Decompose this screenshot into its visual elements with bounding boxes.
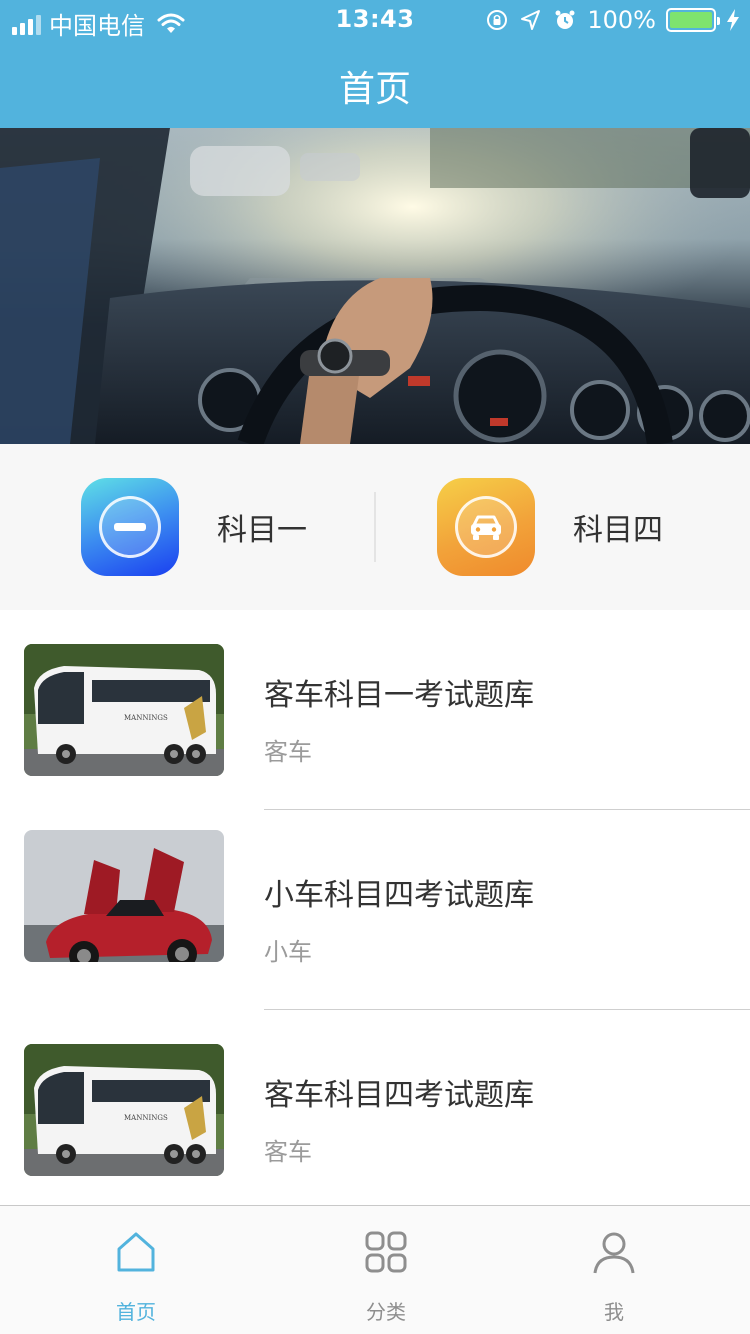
top-bar: 中国电信 13:43 100% 首页 xyxy=(0,0,750,128)
subject-four-label: 科目四 xyxy=(573,513,663,548)
alarm-icon xyxy=(555,10,575,29)
tab-category[interactable]: 分类 xyxy=(261,1206,511,1334)
tab-home[interactable]: 首页 xyxy=(11,1206,261,1334)
bus-thumbnail: MANNINGS xyxy=(24,644,224,776)
subject-one-icon xyxy=(81,478,179,576)
minus-icon xyxy=(114,523,146,531)
svg-text:MANNINGS: MANNINGS xyxy=(124,714,168,722)
battery-icon xyxy=(666,8,720,32)
home-icon xyxy=(117,1232,155,1272)
subject-divider xyxy=(374,492,376,562)
list-item-title: 小车科目四考试题库 xyxy=(264,878,534,913)
sports-car-thumbnail xyxy=(24,830,224,962)
grid-icon xyxy=(365,1231,407,1273)
list-item[interactable]: MANNINGS 客车科目一考试题库 客车 xyxy=(0,610,750,810)
subject-section: 科目一 科目四 xyxy=(0,444,750,610)
tab-home-label: 首页 xyxy=(116,1300,156,1324)
svg-text:MANNINGS: MANNINGS xyxy=(124,1114,168,1122)
list-item[interactable]: MANNINGS 客车科目四考试题库 客车 xyxy=(0,1010,750,1210)
orientation-lock-icon xyxy=(487,10,508,30)
driving-scene-illustration xyxy=(0,128,750,444)
tab-category-label: 分类 xyxy=(366,1300,406,1324)
subject-four-icon xyxy=(437,478,535,576)
list-item-category: 客车 xyxy=(264,738,312,766)
subject-one-button[interactable]: 科目一 xyxy=(81,478,307,576)
subject-one-label: 科目一 xyxy=(217,513,307,548)
list-item-category: 小车 xyxy=(264,938,312,966)
battery-percentage: 100% xyxy=(587,6,656,34)
tab-bar: 首页 分类 我 xyxy=(0,1205,750,1334)
list-item-title: 客车科目四考试题库 xyxy=(264,1078,534,1113)
tab-me-label: 我 xyxy=(604,1300,624,1324)
location-icon xyxy=(521,10,541,30)
tab-me[interactable]: 我 xyxy=(489,1206,739,1334)
list-item-title: 客车科目一考试题库 xyxy=(264,678,534,713)
bus-thumbnail: MANNINGS xyxy=(24,1044,224,1176)
user-icon xyxy=(593,1232,635,1274)
car-icon xyxy=(471,515,501,540)
list-item-category: 客车 xyxy=(264,1138,312,1166)
charging-icon xyxy=(727,9,739,31)
subject-four-button[interactable]: 科目四 xyxy=(437,478,663,576)
page-title: 首页 xyxy=(338,69,411,110)
banner-image[interactable] xyxy=(0,128,750,444)
list-item[interactable]: 小车科目四考试题库 小车 xyxy=(0,810,750,1010)
status-bar: 中国电信 13:43 100% xyxy=(0,0,750,40)
